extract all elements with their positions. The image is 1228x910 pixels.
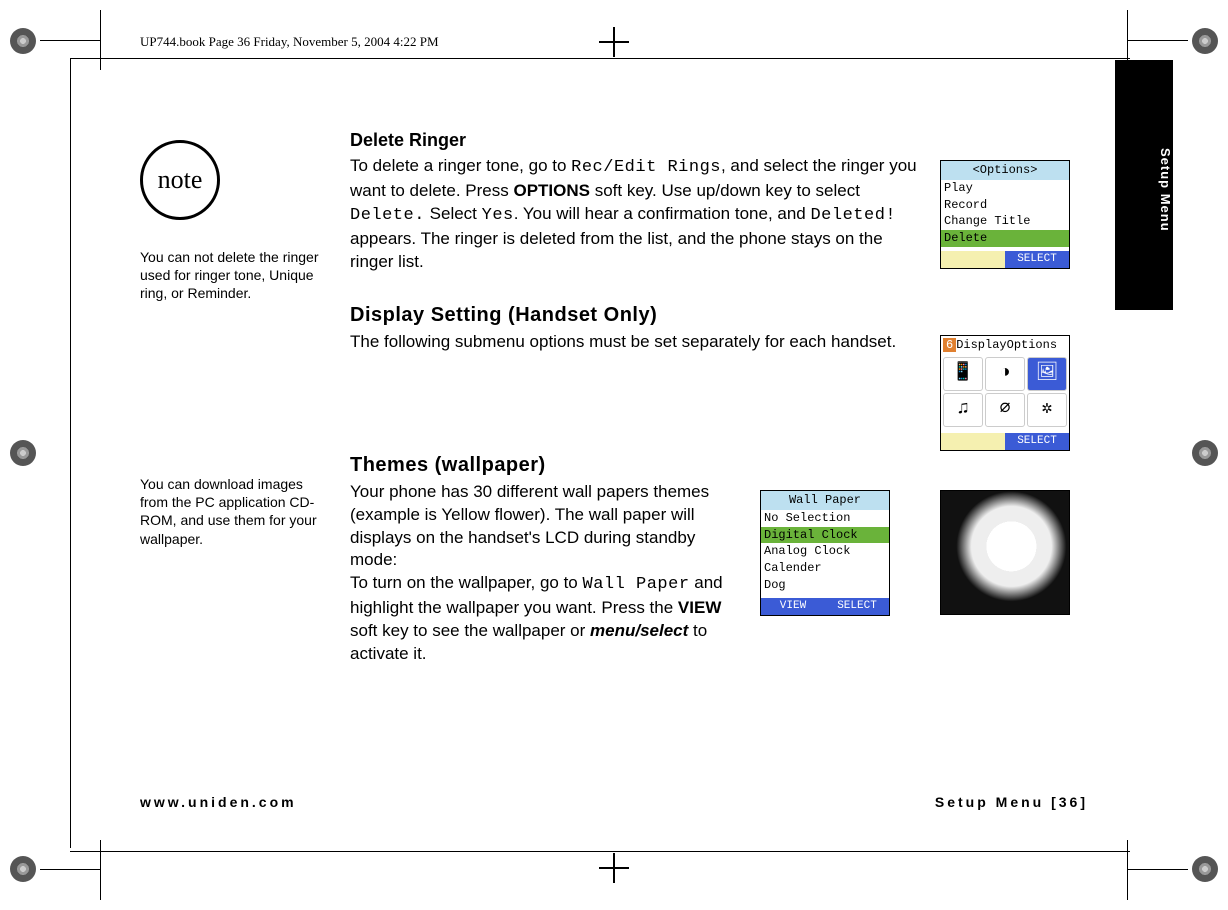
wallpaper-preview bbox=[940, 490, 1070, 615]
icon-grid: 📱 ◑ 🖼 ♫ ⌀ ✲ bbox=[941, 355, 1069, 429]
heading-display-setting: Display Setting (Handset Only) bbox=[350, 304, 930, 327]
softkey-right: SELECT bbox=[1005, 433, 1069, 450]
reg-target-icon bbox=[1192, 856, 1218, 882]
softkey-left bbox=[941, 433, 1005, 450]
list-item: No Selection bbox=[761, 510, 889, 527]
para-display-setting: The following submenu options must be se… bbox=[350, 331, 930, 354]
reg-target-icon bbox=[1192, 440, 1218, 466]
screen-index-badge: 6 bbox=[943, 338, 956, 352]
screen-title: Wall Paper bbox=[761, 491, 889, 510]
note-badge-text: note bbox=[158, 165, 203, 195]
screen-wallpaper: Wall Paper No SelectionDigital ClockAnal… bbox=[760, 490, 890, 616]
screen-display-options: 6DisplayOptions 📱 ◑ 🖼 ♫ ⌀ ✲ SELECT bbox=[940, 335, 1070, 451]
screen-title: 6DisplayOptions bbox=[941, 336, 1069, 355]
settings-icon: ✲ bbox=[1027, 393, 1067, 427]
list-item: Delete bbox=[941, 230, 1069, 247]
reg-target-icon bbox=[1192, 28, 1218, 54]
phone-icon: 📱 bbox=[943, 357, 983, 391]
para-themes-2: To turn on the wallpaper, go to Wall Pap… bbox=[350, 572, 740, 666]
reg-target-icon bbox=[10, 440, 36, 466]
music-icon: ♫ bbox=[943, 393, 983, 427]
softkey-right: SELECT bbox=[825, 598, 889, 615]
heading-delete-ringer: Delete Ringer bbox=[350, 130, 930, 151]
list-item: Dog bbox=[761, 577, 889, 594]
note-text-1: You can not delete the ringer used for r… bbox=[140, 248, 330, 303]
list-item: Record bbox=[941, 197, 1069, 214]
para-delete-ringer: To delete a ringer tone, go to Rec/Edit … bbox=[350, 155, 930, 274]
footer-url: www.uniden.com bbox=[140, 794, 297, 810]
list-item: Calender bbox=[761, 560, 889, 577]
theme-icon: 🖼 bbox=[1027, 357, 1067, 391]
note-badge-icon: note bbox=[140, 140, 220, 220]
list-item: Play bbox=[941, 180, 1069, 197]
list-item: Analog Clock bbox=[761, 543, 889, 560]
para-themes-1: Your phone has 30 different wall papers … bbox=[350, 481, 740, 573]
softkey-left: VIEW bbox=[761, 598, 825, 615]
note-text-2: You can download images from the PC appl… bbox=[140, 475, 330, 548]
frame-header: UP744.book Page 36 Friday, November 5, 2… bbox=[140, 34, 439, 50]
reg-target-icon bbox=[10, 856, 36, 882]
heading-themes: Themes (wallpaper) bbox=[350, 454, 930, 477]
list-item: Change Title bbox=[941, 213, 1069, 230]
contrast-icon: ◑ bbox=[985, 357, 1025, 391]
screen-options: <Options> PlayRecordChange TitleDelete S… bbox=[940, 160, 1070, 269]
side-tab: Setup Menu bbox=[1115, 60, 1173, 310]
softkey-right: SELECT bbox=[1005, 251, 1069, 268]
screen-title: <Options> bbox=[941, 161, 1069, 180]
footer-page: Setup Menu [36] bbox=[935, 794, 1088, 810]
strikethrough-icon: ⌀ bbox=[985, 393, 1025, 427]
softkey-left bbox=[941, 251, 1005, 268]
list-item: Digital Clock bbox=[761, 527, 889, 544]
reg-target-icon bbox=[10, 28, 36, 54]
